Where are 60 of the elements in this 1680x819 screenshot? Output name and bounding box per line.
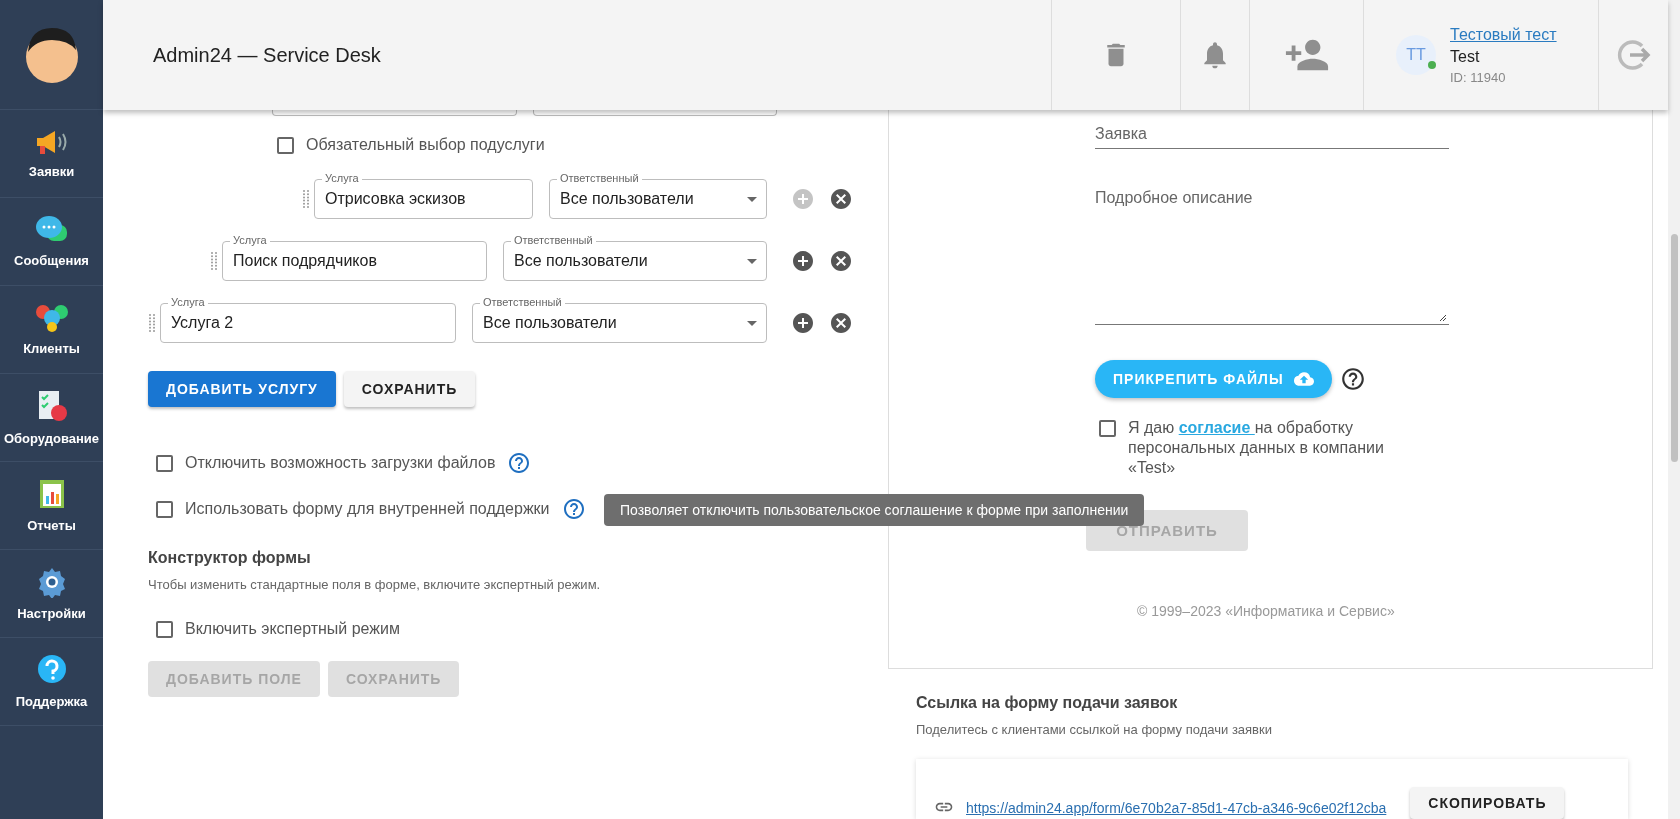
- drag-handle-icon[interactable]: [210, 251, 218, 271]
- section-hint: Поделитесь с клиентами ссылкой на форму подачи заявки: [916, 722, 1273, 737]
- sidebar-item[interactable]: Поддержка: [0, 638, 103, 726]
- help-icon: [35, 654, 68, 686]
- checkbox-label: Использовать форму для внутренней поддержки: [185, 500, 550, 518]
- section-title: Конструктор формы: [148, 549, 312, 567]
- checkbox-label: Включить экспертный режим: [185, 620, 400, 638]
- caret-icon: [747, 196, 757, 202]
- checkbox[interactable]: [156, 500, 173, 518]
- sidebar-item[interactable]: Оборудование: [0, 374, 103, 462]
- description-field[interactable]: Подробное описание: [1095, 185, 1449, 325]
- service-field[interactable]: Услуга Поиск подрядчиков: [222, 233, 487, 281]
- subject-field[interactable]: Заявка: [1095, 121, 1449, 149]
- checkbox[interactable]: [1099, 420, 1116, 437]
- scrollbar[interactable]: [1668, 0, 1680, 819]
- caret-icon: [747, 258, 757, 264]
- copy-button[interactable]: СКОПИРОВАТЬ: [1410, 787, 1565, 819]
- remove-icon[interactable]: [829, 311, 853, 335]
- responsible-select[interactable]: Ответственный Все пользователи: [503, 233, 767, 281]
- sidebar-item[interactable]: Клиенты: [0, 286, 103, 374]
- text-field[interactable]: [272, 110, 517, 116]
- save-button[interactable]: СОХРАНИТЬ: [343, 371, 476, 407]
- text-field[interactable]: [532, 110, 777, 116]
- report-icon: [37, 478, 66, 510]
- checkbox[interactable]: [277, 136, 294, 154]
- drag-handle-icon[interactable]: [148, 313, 156, 333]
- resize-grip-icon[interactable]: [1439, 314, 1447, 322]
- copyright: © 1999–2023 «Информатика и Сервис»: [1136, 603, 1396, 619]
- responsible-select[interactable]: Ответственный Все пользователи: [472, 295, 767, 343]
- section-title: Ссылка на форму подачи заявок: [916, 694, 1179, 712]
- remove-icon[interactable]: [829, 187, 853, 211]
- app-title: Admin24 — Service Desk: [152, 42, 382, 68]
- drag-handle-icon[interactable]: [302, 189, 310, 209]
- add-icon[interactable]: [791, 249, 815, 273]
- checkbox[interactable]: [156, 620, 173, 638]
- responsible-select[interactable]: Ответственный Все пользователи: [549, 171, 767, 219]
- upload-icon: [1293, 369, 1314, 389]
- help-icon[interactable]: [1339, 366, 1366, 392]
- people-icon: [34, 303, 69, 333]
- service-field[interactable]: Услуга Услуга 2: [160, 295, 456, 343]
- form-url-link[interactable]: https://admin24.app/form/6e70b2a7-85d1-47cb-a346-9c6e02f12cba: [966, 800, 1387, 816]
- megaphone-icon: [34, 128, 69, 156]
- sidebar-item[interactable]: Настройки: [0, 550, 103, 638]
- sidebar-item[interactable]: Сообщения: [0, 198, 103, 286]
- caret-icon: [747, 320, 757, 326]
- company-name: Test: [1450, 47, 1481, 66]
- user-name-link[interactable]: Тестовый тест: [1450, 25, 1557, 44]
- tooltip: Позволяет отключить пользовательское соглашение к форме при заполнении: [604, 494, 1145, 526]
- sidebar-item[interactable]: Отчеты: [0, 462, 103, 550]
- consent-text: Я даю согласие на обработку персональных данных в компании «Test»: [1128, 418, 1385, 478]
- service-field[interactable]: Услуга Отрисовка эскизов: [314, 171, 533, 219]
- add-service-button[interactable]: ДОБАВИТЬ УСЛУГУ: [148, 371, 336, 407]
- add-icon[interactable]: [791, 311, 815, 335]
- checkbox-label: Отключить возможность загрузки файлов: [185, 454, 496, 472]
- sidebar-item[interactable]: Заявки: [0, 110, 103, 198]
- user-id: ID: 11940: [1450, 69, 1507, 85]
- checkbox[interactable]: [156, 454, 173, 472]
- remove-icon[interactable]: [829, 249, 853, 273]
- section-hint: Чтобы изменить стандартные поля в форме, включите экспертный режим.: [148, 577, 602, 592]
- checkbox-label: Обязательный выбор подуслуги: [306, 136, 545, 154]
